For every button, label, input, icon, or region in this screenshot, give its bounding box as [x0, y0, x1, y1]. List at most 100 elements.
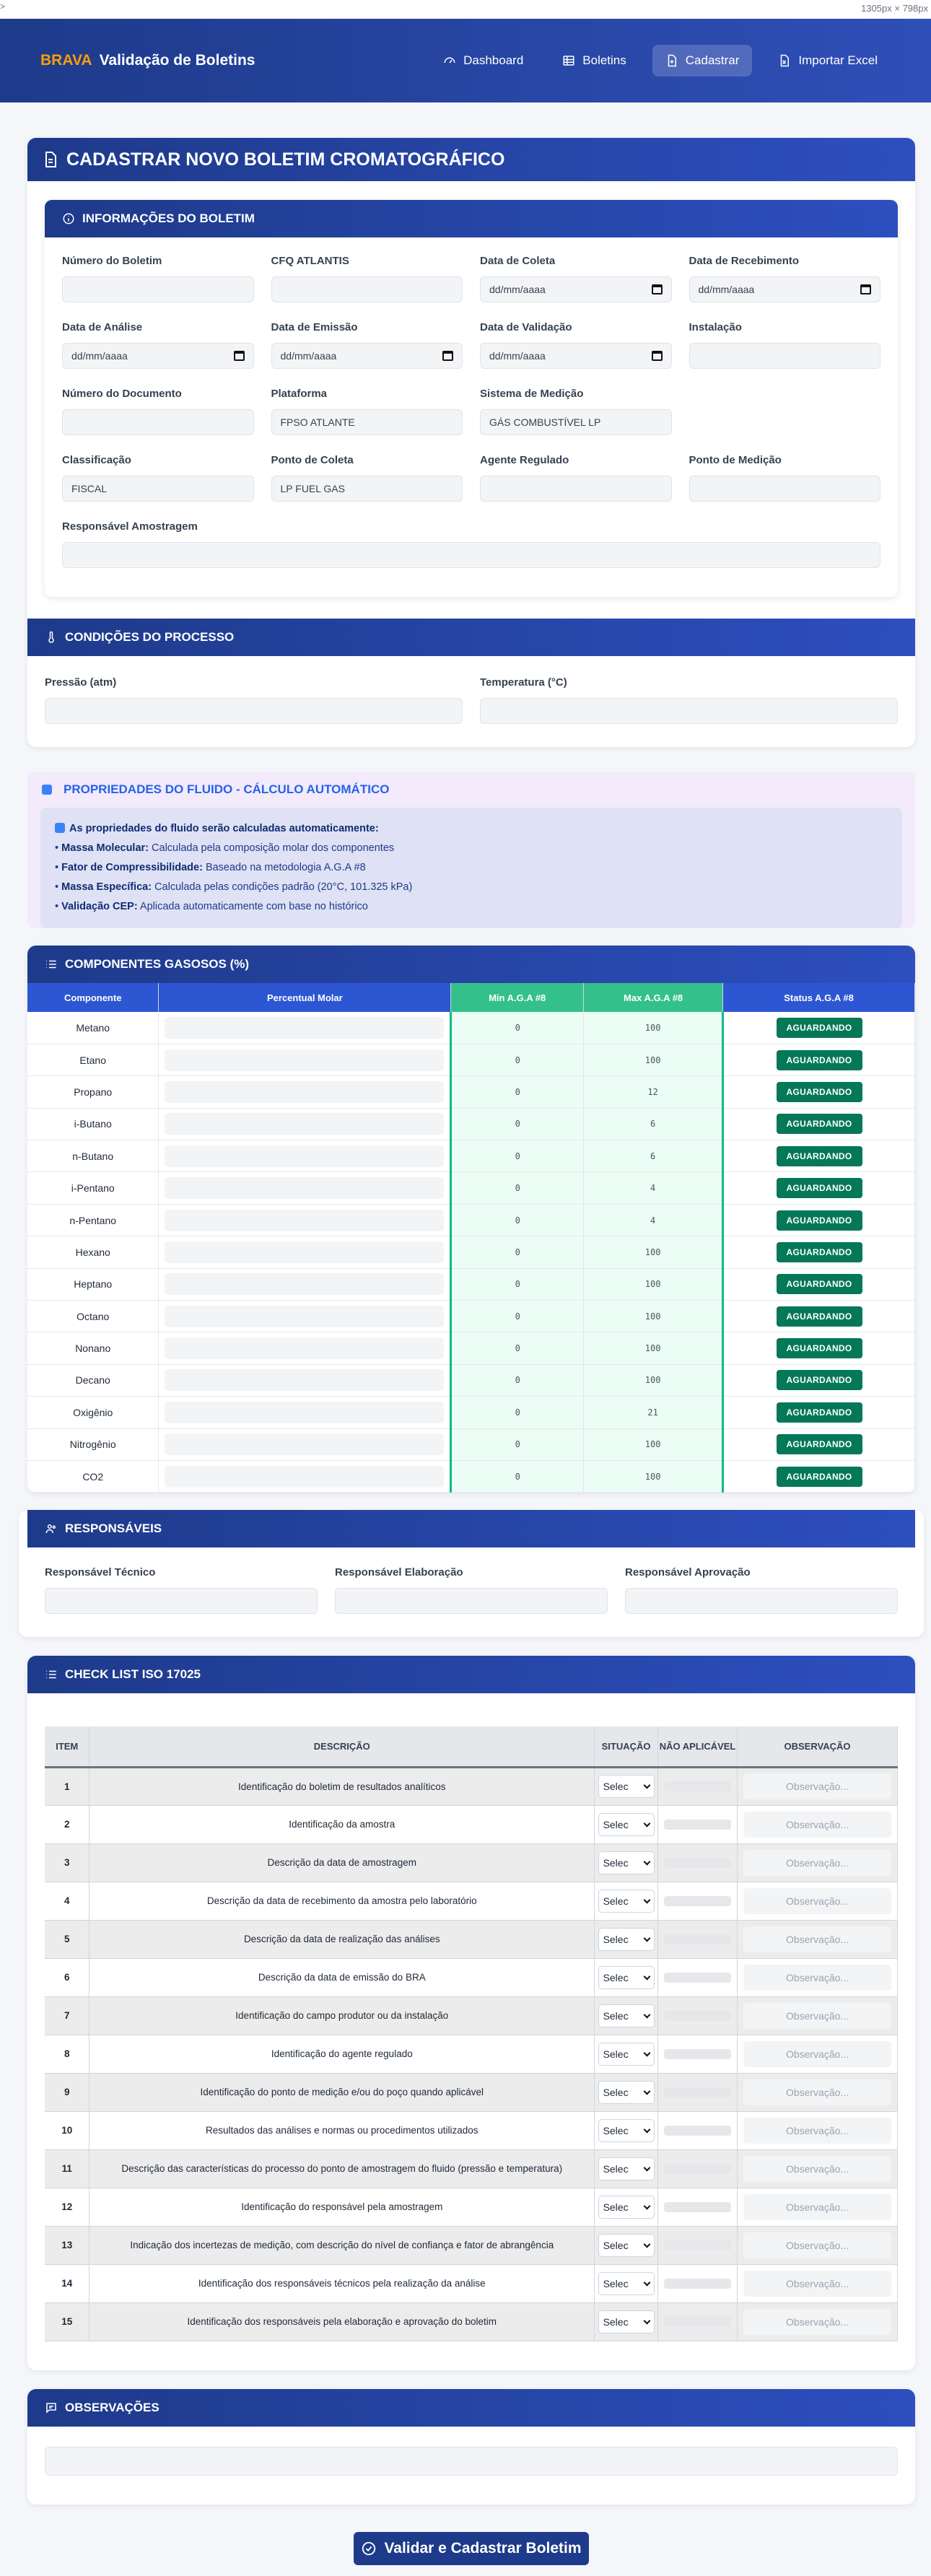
percentual-input[interactable]: [165, 1209, 445, 1231]
situacao-select[interactable]: Selec: [598, 2157, 655, 2180]
percentual-input[interactable]: [165, 1337, 445, 1360]
nav-importar-excel[interactable]: Importar Excel: [765, 45, 891, 77]
nao-aplicavel-input[interactable]: [664, 2240, 732, 2250]
situacao-select[interactable]: Selec: [598, 1812, 655, 1836]
observacao-input[interactable]: Observação...: [743, 2155, 891, 2182]
percentual-input[interactable]: [165, 1433, 445, 1456]
situacao-select[interactable]: Selec: [598, 1889, 655, 1913]
observacoes-textarea[interactable]: [45, 2446, 898, 2476]
ponto-coleta-input[interactable]: LP FUEL GAS: [271, 476, 463, 502]
situacao-select[interactable]: Selec: [598, 2042, 655, 2066]
data-coleta-input[interactable]: dd/mm/aaaa: [480, 276, 672, 302]
cfq-atlantis-input[interactable]: [271, 276, 463, 302]
resp-elaboracao-input[interactable]: [335, 1588, 608, 1615]
situacao-select[interactable]: Selec: [598, 2233, 655, 2257]
observacao-input[interactable]: Observação...: [743, 2193, 891, 2220]
plataforma-input[interactable]: FPSO ATLANTE: [271, 409, 463, 435]
calendar-icon[interactable]: [442, 351, 453, 361]
observacao-input[interactable]: Observação...: [743, 2040, 891, 2067]
resp-aprovacao-input[interactable]: [625, 1588, 898, 1615]
percentual-input[interactable]: [165, 1177, 445, 1200]
percentual-input[interactable]: [165, 1080, 445, 1103]
agente-regulado-input[interactable]: [480, 476, 672, 502]
calendar-icon[interactable]: [233, 351, 245, 361]
numero-boletim-input[interactable]: [62, 276, 254, 302]
data-analise-input[interactable]: dd/mm/aaaa: [62, 343, 254, 369]
calendar-icon[interactable]: [651, 351, 663, 361]
percentual-input[interactable]: [165, 1016, 445, 1039]
percentual-input[interactable]: [165, 1241, 445, 1263]
submit-button[interactable]: Validar e Cadastrar Boletim: [354, 2531, 589, 2565]
percentual-input[interactable]: [165, 1465, 445, 1488]
nao-aplicavel-cell: [657, 1843, 738, 1882]
data-emissao-input[interactable]: dd/mm/aaaa: [271, 343, 463, 369]
percentual-input[interactable]: [165, 1273, 445, 1296]
situacao-select[interactable]: Selec: [598, 2310, 655, 2333]
nao-aplicavel-input[interactable]: [664, 2010, 732, 2021]
percentual-input[interactable]: [165, 1049, 445, 1071]
observacao-input[interactable]: Observação...: [743, 2270, 891, 2297]
situacao-select[interactable]: Selec: [598, 2118, 655, 2142]
observacao-input[interactable]: Observação...: [743, 1964, 891, 1991]
nao-aplicavel-input[interactable]: [664, 2048, 732, 2059]
observacao-input[interactable]: Observação...: [743, 1849, 891, 1876]
calendar-icon[interactable]: [651, 284, 663, 294]
min-value: 0: [450, 1428, 585, 1461]
percentual-input[interactable]: [165, 1145, 445, 1167]
field-temperatura: Temperatura (°C): [480, 676, 898, 724]
responsavel-amostragem-input[interactable]: [62, 542, 880, 568]
nao-aplicavel-input[interactable]: [664, 2278, 732, 2289]
situacao-select[interactable]: Selec: [598, 2004, 655, 2027]
observacao-input[interactable]: Observação...: [743, 2308, 891, 2335]
fluid-item-desc: Aplicada automaticamente com base no his…: [139, 901, 368, 912]
nao-aplicavel-input[interactable]: [664, 1895, 732, 1906]
nao-aplicavel-input[interactable]: [664, 2163, 732, 2174]
nav-cadastrar[interactable]: Cadastrar: [652, 45, 753, 77]
nav-dashboard[interactable]: Dashboard: [430, 45, 536, 77]
situacao-select[interactable]: Selec: [598, 1851, 655, 1874]
percentual-input[interactable]: [165, 1113, 445, 1135]
sistema-medicao-input[interactable]: GÁS COMBUSTÍVEL LP: [480, 409, 672, 435]
nao-aplicavel-input[interactable]: [664, 1819, 732, 1830]
nav-boletins[interactable]: Boletins: [549, 45, 639, 77]
situacao-select[interactable]: Selec: [598, 1965, 655, 1989]
observacao-input[interactable]: Observação...: [743, 2079, 891, 2105]
nao-aplicavel-input[interactable]: [664, 2087, 732, 2097]
nao-aplicavel-input[interactable]: [664, 1934, 732, 1944]
situacao-select[interactable]: Selec: [598, 2080, 655, 2104]
observacao-input[interactable]: Observação...: [743, 1811, 891, 1838]
status-badge: AGUARDANDO: [776, 1466, 862, 1487]
observacao-input[interactable]: Observação...: [743, 1887, 891, 1914]
pressure-input[interactable]: [45, 698, 463, 724]
nao-aplicavel-input[interactable]: [664, 1781, 732, 1792]
nao-aplicavel-input[interactable]: [664, 1972, 732, 1983]
data-validacao-input[interactable]: dd/mm/aaaa: [480, 343, 672, 369]
list-icon: [46, 960, 56, 969]
percentual-input[interactable]: [165, 1401, 445, 1423]
numero-documento-input[interactable]: [62, 409, 254, 435]
instalacao-input[interactable]: [689, 343, 880, 369]
nao-aplicavel-input[interactable]: [664, 2316, 732, 2327]
situacao-select[interactable]: Selec: [598, 2195, 655, 2219]
situacao-select[interactable]: Selec: [598, 2271, 655, 2295]
observacao-input[interactable]: Observação...: [743, 2002, 891, 2029]
observacao-input[interactable]: Observação...: [743, 2232, 891, 2258]
ponto-medicao-input[interactable]: [689, 476, 880, 502]
resp-tecnico-input[interactable]: [45, 1588, 318, 1615]
observacao-input[interactable]: Observação...: [743, 2117, 891, 2144]
nao-aplicavel-input[interactable]: [664, 2125, 732, 2136]
nao-aplicavel-input[interactable]: [664, 2201, 732, 2212]
observacao-input[interactable]: Observação...: [743, 1773, 891, 1800]
situacao-select[interactable]: Selec: [598, 1775, 655, 1799]
percentual-input[interactable]: [165, 1305, 445, 1327]
calendar-icon[interactable]: [860, 284, 871, 294]
max-value: 12: [583, 1075, 725, 1109]
temperature-input[interactable]: [480, 698, 898, 724]
nao-aplicavel-input[interactable]: [664, 1857, 732, 1868]
observacao-input[interactable]: Observação...: [743, 1926, 891, 1952]
brand[interactable]: BRAVA Validação de Boletins: [40, 52, 255, 69]
classificacao-input[interactable]: FISCAL: [62, 476, 254, 502]
situacao-select[interactable]: Selec: [598, 1927, 655, 1951]
percentual-input[interactable]: [165, 1369, 445, 1392]
data-recebimento-input[interactable]: dd/mm/aaaa: [689, 276, 880, 302]
